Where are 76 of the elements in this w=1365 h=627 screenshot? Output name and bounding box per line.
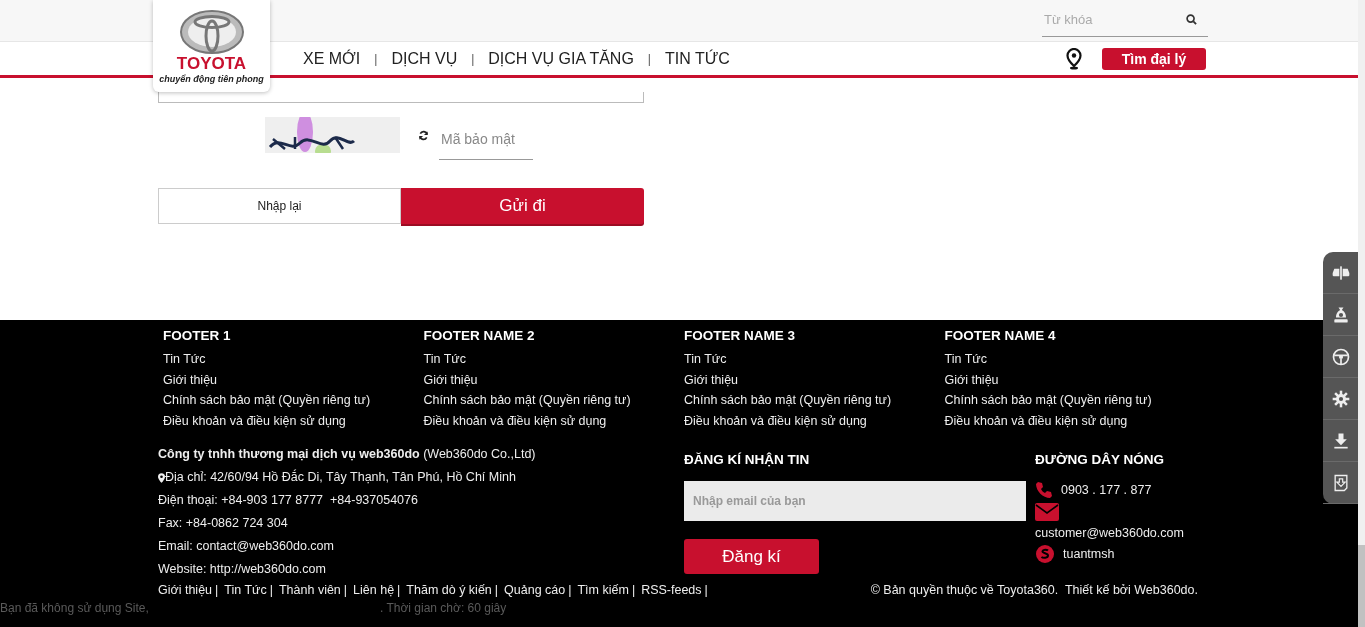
link-separator: |	[494, 583, 499, 597]
newsletter-heading: ĐĂNG KÍ NHẬN TIN	[684, 452, 811, 467]
footer-link[interactable]: Tin Tức	[684, 349, 945, 370]
slogan: chuyển động tiên phong	[159, 74, 264, 84]
bottom-link[interactable]: Thăm dò ý kiến	[406, 583, 492, 597]
search-icon[interactable]	[1186, 14, 1197, 25]
footer-link[interactable]: Chính sách bảo mật (Quyền riêng tư)	[684, 390, 945, 411]
hotline-heading: ĐƯỜNG DÂY NÓNG	[1035, 452, 1165, 467]
nav-link[interactable]: XE MỚI	[303, 49, 361, 68]
bottom-link[interactable]: Liên hệ	[353, 583, 395, 597]
find-dealer-button[interactable]: Tìm đại lý	[1102, 47, 1206, 70]
phone-text: Điện thoại: +84-903 177 8777 +84-937054076	[158, 492, 419, 509]
nav-separator: |	[374, 51, 378, 66]
phone-icon	[1035, 481, 1053, 499]
footer-link[interactable]: Giới thiệu	[163, 369, 424, 390]
footer-heading: FOOTER NAME 3	[684, 328, 796, 343]
footer-link[interactable]: Giới thiệu	[944, 369, 1205, 390]
bottom-link[interactable]: Tin Tức	[224, 583, 267, 597]
toyota-emblem-icon	[178, 9, 245, 55]
hotline-phone: 0903 . 177 . 877	[1061, 483, 1152, 497]
link-separator: |	[397, 583, 401, 597]
refresh-icon[interactable]	[418, 129, 429, 141]
bottom-link[interactable]: Thành viên	[278, 583, 341, 597]
copyright-text: © Bản quyền thuộc về Toyota360. Thiết kế bởi Web360do.	[870, 583, 1198, 597]
bottom-link[interactable]: Giới thiệu	[158, 583, 213, 597]
footer-link[interactable]: Tin Tức	[163, 349, 424, 370]
session-notice: Bạn đã không sử dụng Site,	[0, 601, 150, 615]
session-notice: . Thời gian chờ: 60 giây	[380, 601, 507, 615]
website-text: Website: http://web360do.com	[158, 561, 327, 578]
gear-icon	[1330, 388, 1351, 409]
submit-button[interactable]: Gửi đi	[401, 188, 644, 224]
address-text: Địa chỉ: 42/60/94 Hồ Đắc Di, Tây Thạnh, Tân Phú, Hồ Chí Minh	[165, 468, 516, 486]
footer-link[interactable]: Chính sách bảo mật (Quyền riêng tư)	[423, 390, 684, 411]
link-separator: |	[215, 583, 219, 597]
link-separator: |	[704, 583, 708, 597]
map-pin-icon[interactable]	[1066, 47, 1082, 70]
logo[interactable]: TOYOTA chuyển động tiên phong	[153, 0, 270, 92]
footer-heading: FOOTER NAME 2	[423, 328, 536, 343]
link-separator: |	[631, 583, 636, 597]
footer-link[interactable]: Điều khoản và điều kiện sử dụng	[163, 410, 424, 431]
footer-link[interactable]: Tin Tức	[423, 349, 684, 370]
footer-link[interactable]: Giới thiệu	[423, 369, 684, 390]
bottom-link[interactable]: Tìm kiếm	[577, 583, 629, 597]
nav-separator: |	[647, 51, 651, 66]
footer-link[interactable]: Tin Tức	[944, 349, 1205, 370]
bottom-link[interactable]: RSS-feeds	[641, 583, 702, 597]
nav-separator: |	[471, 51, 475, 66]
footer-link[interactable]: Điều khoản và điều kiện sử dụng	[944, 410, 1205, 431]
footer-link[interactable]: Điều khoản và điều kiện sử dụng	[684, 410, 945, 431]
link-separator: |	[343, 583, 348, 597]
steering-wheel-icon	[1330, 346, 1351, 367]
company-name: Công ty tnhh thương mại dịch vụ web360do (Web360do Co.,Ltd)	[158, 446, 537, 463]
link-separator: |	[568, 583, 572, 597]
link-separator: |	[269, 583, 273, 597]
location-pin-icon	[158, 472, 165, 483]
brand-name: TOYOTA	[176, 55, 247, 72]
email-text: Email: contact@web360do.com	[158, 538, 335, 555]
nav-link[interactable]: DỊCH VỤ GIA TĂNG	[488, 49, 634, 68]
footer-link[interactable]: Giới thiệu	[684, 369, 945, 390]
email-field[interactable]: Nhập email của bạn	[684, 481, 1026, 521]
footer-heading: FOOTER NAME 4	[944, 328, 1057, 343]
envelope-icon	[1035, 503, 1059, 521]
footer-link[interactable]: Chính sách bảo mật (Quyền riêng tư)	[944, 390, 1205, 411]
nav-link[interactable]: DỊCH VỤ	[391, 49, 458, 68]
footer-heading: FOOTER 1	[163, 328, 232, 343]
bottom-link[interactable]: Quảng cáo	[504, 583, 566, 597]
footer-link[interactable]: Điều khoản và điều kiện sử dụng	[423, 410, 684, 431]
subscribe-button[interactable]: Đăng kí	[684, 539, 819, 574]
nav-link[interactable]: TIN TỨC	[664, 49, 730, 68]
skype-name: tuantmsh	[1063, 547, 1115, 561]
skype-icon	[1035, 544, 1055, 564]
fax-text: Fax: +84-0862 724 304	[158, 515, 289, 532]
hotline-email: customer@web360do.com	[1035, 526, 1184, 540]
search-field[interactable]: Từ khóa	[1042, 11, 1186, 28]
reset-button[interactable]: Nhập lại	[158, 188, 401, 224]
footer-link[interactable]: Chính sách bảo mật (Quyền riêng tư)	[163, 390, 424, 411]
